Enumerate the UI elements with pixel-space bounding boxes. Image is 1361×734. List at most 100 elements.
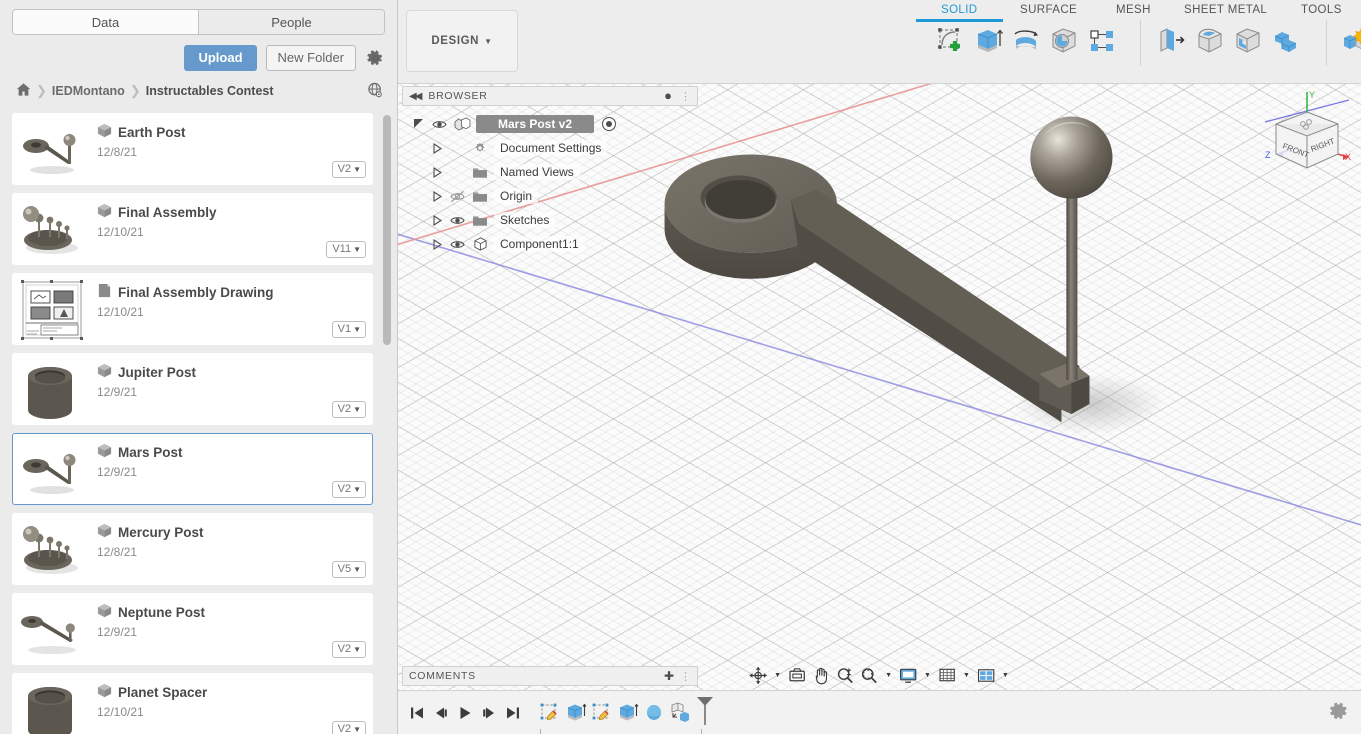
version-badge[interactable]: V2 ▼: [332, 481, 366, 498]
file-card[interactable]: Jupiter Post 12/9/21 V2 ▼: [12, 353, 373, 425]
data-panel-scrollbar[interactable]: [383, 115, 391, 715]
viewports-icon[interactable]: [975, 664, 997, 686]
breadcrumb-item-folder[interactable]: Instructables Contest: [146, 84, 274, 98]
expanded-arrow-icon[interactable]: [412, 118, 426, 130]
version-badge[interactable]: V1 ▼: [332, 321, 366, 338]
chevron-down-icon[interactable]: ▼: [999, 672, 1012, 679]
visibility-toggle-icon[interactable]: [430, 118, 448, 131]
expand-arrow-icon[interactable]: [430, 143, 444, 154]
version-badge[interactable]: V5 ▼: [332, 561, 366, 578]
browser-node-label[interactable]: Sketches: [494, 212, 555, 228]
3d-viewport[interactable]: ◀◀ BROWSER ● ⋮ Mars Post v2 Document Set…: [398, 84, 1361, 690]
go-to-beginning-icon[interactable]: [406, 701, 428, 725]
browser-tree[interactable]: Mars Post v2 Document Settings Named Vie…: [402, 106, 698, 256]
hole-icon[interactable]: [1045, 22, 1083, 60]
chevron-down-icon[interactable]: ▼: [921, 672, 934, 679]
version-badge[interactable]: V2 ▼: [332, 161, 366, 178]
file-card[interactable]: Planet Spacer 12/10/21 V2 ▼: [12, 673, 373, 734]
shell-icon[interactable]: [1229, 22, 1267, 60]
expand-arrow-icon[interactable]: [430, 191, 444, 202]
expand-arrow-icon[interactable]: [430, 215, 444, 226]
look-at-icon[interactable]: [786, 664, 808, 686]
expand-arrow-icon[interactable]: [430, 167, 444, 178]
extrude-icon[interactable]: [969, 22, 1007, 60]
tab-solid[interactable]: SOLID: [941, 4, 978, 16]
tab-surface[interactable]: SURFACE: [1020, 4, 1077, 16]
tab-tools[interactable]: TOOLS: [1301, 4, 1342, 16]
orbit-icon[interactable]: [747, 664, 769, 686]
file-card[interactable]: Earth Post 12/8/21 V2 ▼: [12, 113, 373, 185]
fillet-icon[interactable]: [1191, 22, 1229, 60]
timeline-marker-icon[interactable]: [696, 696, 714, 729]
file-card[interactable]: Neptune Post 12/9/21 V2 ▼: [12, 593, 373, 665]
upload-button[interactable]: Upload: [184, 45, 256, 71]
revolve-icon[interactable]: [1007, 22, 1045, 60]
tab-sheet-metal[interactable]: SHEET METAL: [1184, 4, 1267, 16]
move-copy-feature-icon[interactable]: [668, 700, 692, 726]
browser-node-label[interactable]: Named Views: [494, 164, 580, 180]
create-sketch-icon[interactable]: [931, 22, 969, 60]
gear-icon[interactable]: [1329, 701, 1349, 724]
view-cube[interactable]: Y Z X FRONT RIGHT: [1259, 88, 1355, 184]
extrude-feature-icon[interactable]: [616, 700, 640, 726]
expand-arrow-icon[interactable]: [430, 239, 444, 250]
version-badge[interactable]: V11 ▼: [326, 241, 366, 258]
extrude-feature-icon[interactable]: [564, 700, 588, 726]
activate-component-radio[interactable]: [602, 117, 616, 131]
visibility-toggle-icon[interactable]: [448, 238, 466, 251]
fit-icon[interactable]: [858, 664, 880, 686]
zoom-icon[interactable]: [834, 664, 856, 686]
browser-tree-node[interactable]: Document Settings: [408, 136, 698, 160]
gear-icon[interactable]: [365, 48, 385, 68]
new-folder-button[interactable]: New Folder: [266, 45, 356, 71]
grid-snap-icon[interactable]: [936, 664, 958, 686]
pattern-icon[interactable]: [1083, 22, 1121, 60]
browser-tree-node[interactable]: Origin: [408, 184, 698, 208]
tab-mesh[interactable]: MESH: [1116, 4, 1151, 16]
browser-node-label[interactable]: Document Settings: [494, 140, 607, 156]
browser-tree-node[interactable]: Sketches: [408, 208, 698, 232]
file-list[interactable]: Earth Post 12/8/21 V2 ▼ Final Assembly: [0, 113, 397, 734]
new-component-icon[interactable]: [1337, 22, 1361, 60]
browser-node-label[interactable]: Origin: [494, 188, 538, 204]
chevron-down-icon[interactable]: ▼: [771, 672, 784, 679]
file-card[interactable]: Final Assembly Drawing 12/10/21 V1 ▼: [12, 273, 373, 345]
press-pull-icon[interactable]: [1153, 22, 1191, 60]
browser-node-label[interactable]: Component1:1: [494, 236, 585, 252]
pan-icon[interactable]: [810, 664, 832, 686]
sketch-feature-icon[interactable]: [590, 700, 614, 726]
play-icon[interactable]: [454, 701, 476, 725]
go-to-end-icon[interactable]: [502, 701, 524, 725]
collapse-left-icon[interactable]: ◀◀: [409, 91, 420, 102]
chevron-down-icon[interactable]: ▼: [960, 672, 973, 679]
tab-people[interactable]: People: [198, 10, 384, 34]
browser-tree-node[interactable]: Named Views: [408, 160, 698, 184]
breadcrumb-item-project[interactable]: IEDMontano: [52, 84, 125, 98]
browser-tree-node[interactable]: Component1:1: [408, 232, 698, 256]
comments-resize-grip[interactable]: ⋮: [680, 670, 691, 683]
panel-resize-grip[interactable]: ⋮: [680, 90, 691, 103]
file-card[interactable]: Final Assembly 12/10/21 V11 ▼: [12, 193, 373, 265]
globe-share-icon[interactable]: [367, 82, 385, 100]
visibility-toggle-icon[interactable]: [448, 214, 466, 227]
browser-node-label[interactable]: Mars Post v2: [476, 115, 594, 133]
browser-tree-node[interactable]: Mars Post v2: [408, 112, 698, 136]
step-forward-icon[interactable]: [478, 701, 500, 725]
combine-icon[interactable]: [1267, 22, 1305, 60]
revolve-feature-icon[interactable]: [642, 700, 666, 726]
scrollbar-thumb[interactable]: [383, 115, 391, 345]
file-card[interactable]: Mercury Post 12/8/21 V5 ▼: [12, 513, 373, 585]
version-badge[interactable]: V2 ▼: [332, 401, 366, 418]
version-badge[interactable]: V2 ▼: [332, 641, 366, 658]
step-back-icon[interactable]: [430, 701, 452, 725]
breadcrumb-home-icon[interactable]: [16, 82, 31, 100]
version-badge[interactable]: V2 ▼: [332, 721, 366, 734]
chevron-down-icon[interactable]: ▼: [882, 672, 895, 679]
display-settings-icon[interactable]: [897, 664, 919, 686]
tab-data[interactable]: Data: [13, 10, 198, 34]
minimize-icon[interactable]: ●: [664, 91, 672, 101]
add-comment-icon[interactable]: ✚: [664, 669, 674, 683]
sketch-feature-icon[interactable]: [538, 700, 562, 726]
file-card[interactable]: Mars Post 12/9/21 V2 ▼: [12, 433, 373, 505]
visibility-toggle-icon[interactable]: [448, 190, 466, 203]
